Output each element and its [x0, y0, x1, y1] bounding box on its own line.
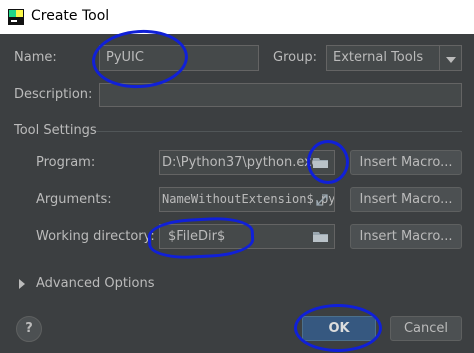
name-input-value: PyUIC	[106, 50, 144, 65]
tool-settings-section-label: Tool Settings	[14, 123, 97, 138]
group-combobox[interactable]: External Tools	[326, 45, 462, 71]
section-divider	[96, 131, 462, 132]
cancel-button[interactable]: Cancel	[390, 316, 462, 341]
program-label: Program:	[36, 155, 96, 170]
chevron-right-icon	[19, 279, 25, 289]
create-tool-dialog: Create Tool Name: PyUIC Group: External …	[0, 0, 474, 353]
name-label: Name:	[14, 50, 57, 65]
arguments-input[interactable]: NameWithoutExtension$.py	[159, 187, 335, 212]
chevron-down-icon[interactable]	[439, 46, 461, 70]
help-button[interactable]: ?	[16, 316, 42, 342]
window-title: Create Tool	[31, 8, 110, 24]
ok-button[interactable]: OK	[302, 316, 376, 341]
expand-icon[interactable]	[316, 194, 328, 206]
pycharm-app-icon	[8, 9, 24, 25]
title-bar: Create Tool	[0, 0, 474, 34]
description-label: Description:	[14, 87, 93, 102]
program-input-value: D:\Python37\python.exe	[162, 155, 320, 170]
folder-browse-icon[interactable]	[313, 231, 329, 243]
folder-browse-icon[interactable]	[313, 157, 329, 169]
name-input[interactable]: PyUIC	[99, 45, 259, 71]
group-selected-value: External Tools	[333, 50, 424, 65]
program-insert-macro-button[interactable]: Insert Macro...	[350, 150, 462, 175]
working-directory-label: Working directory:	[36, 229, 155, 244]
group-label: Group:	[273, 50, 317, 65]
program-input[interactable]: D:\Python37\python.exe	[159, 150, 335, 175]
working-directory-input-value: $FileDir$	[168, 229, 226, 244]
arguments-input-value: NameWithoutExtension$.py	[162, 192, 335, 206]
working-directory-input[interactable]: $FileDir$	[159, 224, 335, 249]
arguments-insert-macro-button[interactable]: Insert Macro...	[350, 187, 462, 212]
advanced-options-label: Advanced Options	[36, 276, 155, 291]
workdir-insert-macro-button[interactable]: Insert Macro...	[350, 224, 462, 249]
arguments-label: Arguments:	[36, 192, 112, 207]
description-input[interactable]	[99, 83, 462, 107]
